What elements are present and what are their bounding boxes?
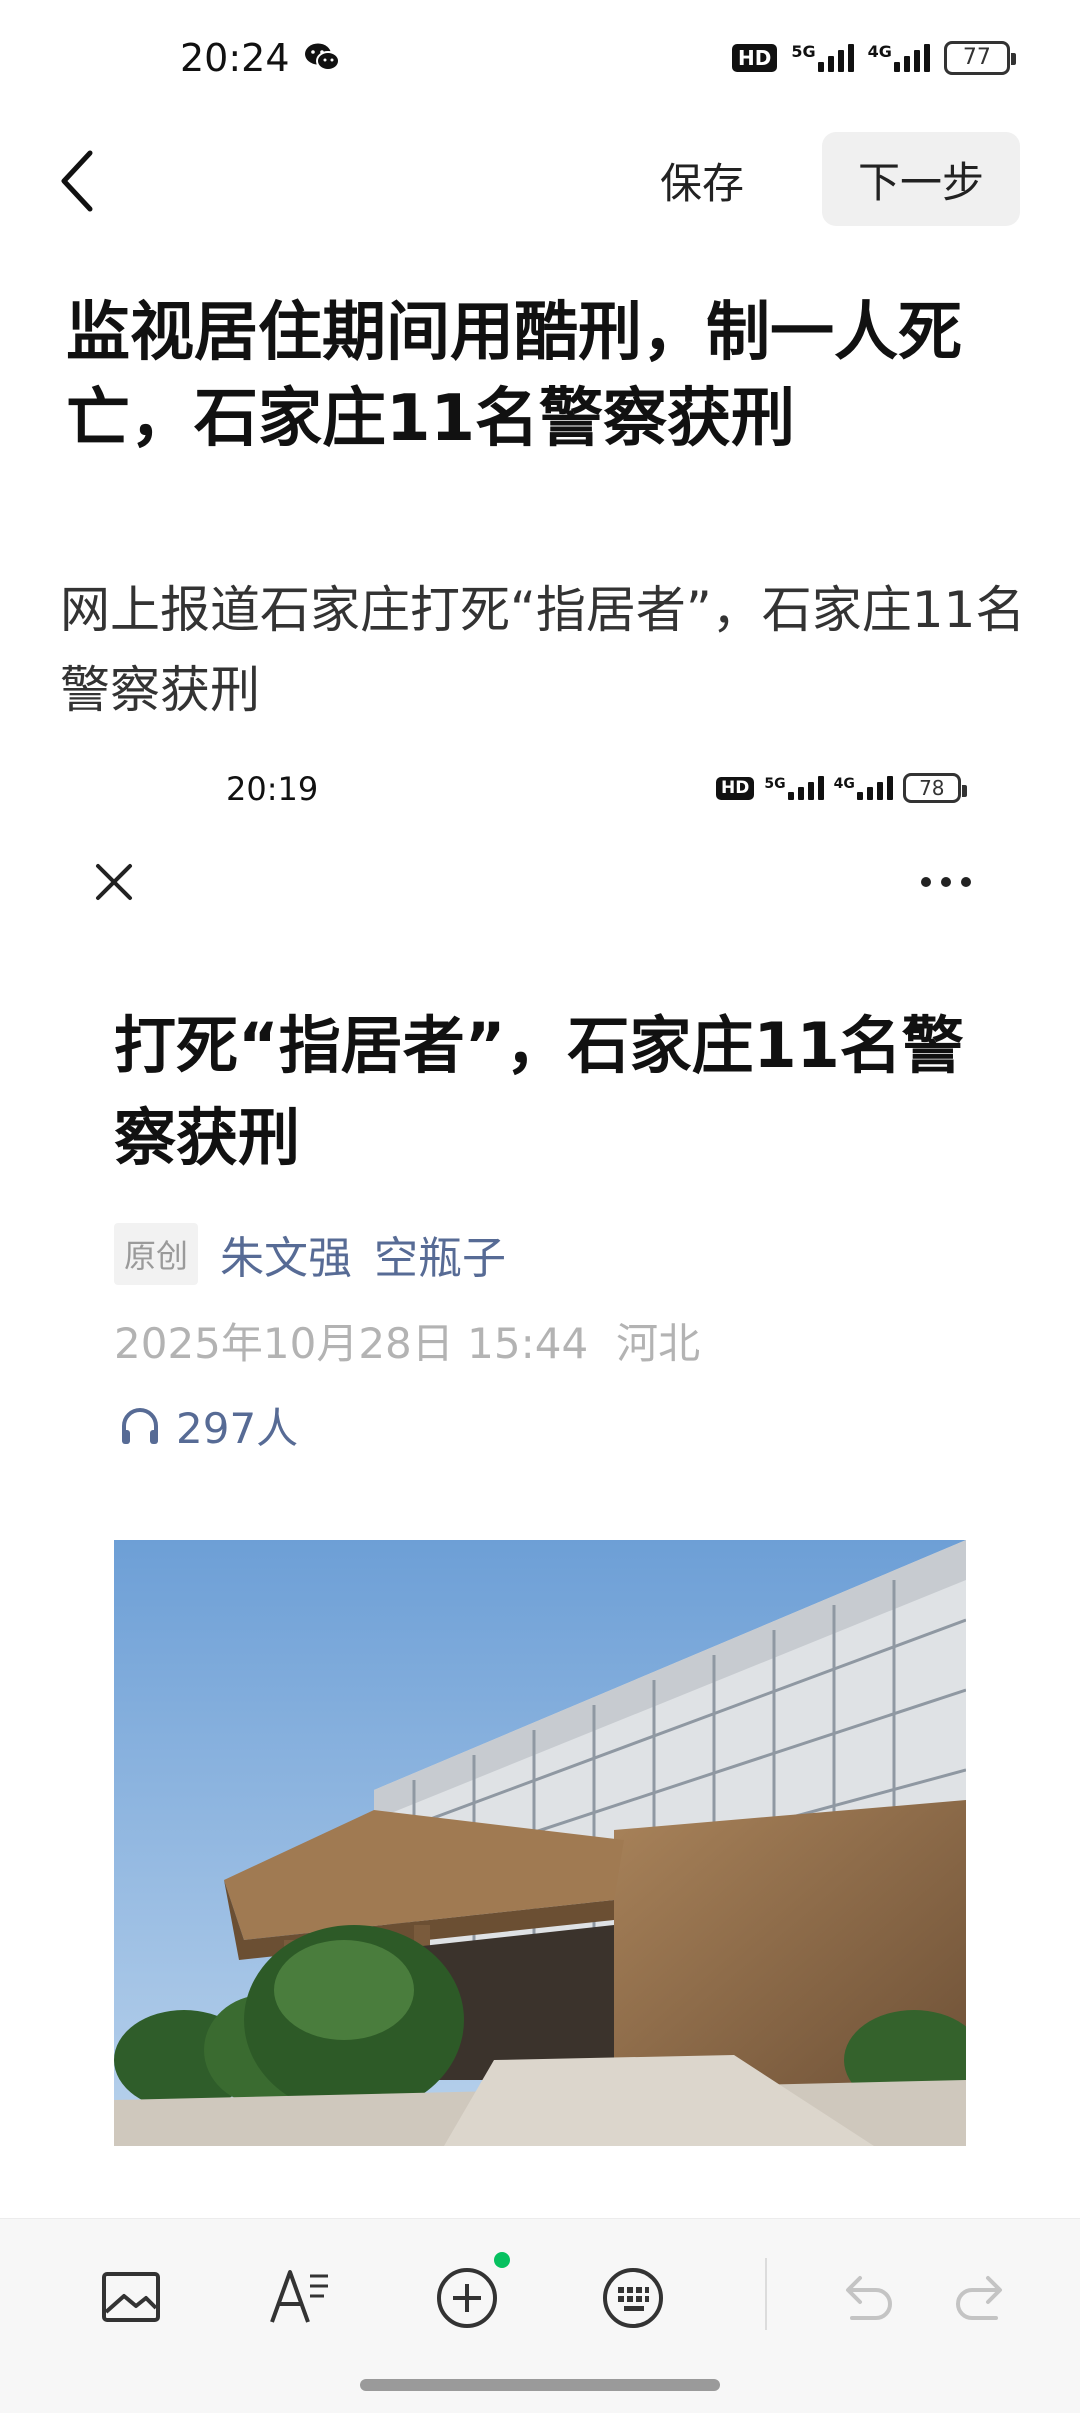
signal-4g-icon: 4G (868, 44, 930, 72)
status-indicators: HD 5G 4G 77 (732, 38, 1016, 78)
account-name: 空瓶子 (374, 1233, 507, 1284)
toolbar-divider (765, 2258, 767, 2330)
battery-indicator: 77 (943, 41, 1016, 75)
embedded-status-time: 20:19 (226, 770, 319, 808)
close-icon (96, 864, 132, 900)
save-button[interactable]: 保存 (660, 150, 744, 211)
wechat-icon (305, 43, 340, 71)
embedded-signal-4g-icon: 4G (834, 776, 893, 800)
article-date-row: 2025年10月28日 15:44 河北 (114, 1310, 700, 1371)
more-options-icon (921, 877, 971, 887)
post-body[interactable]: 网上报道石家庄打死“指居者”，石家庄11名警察获刑 (60, 570, 1030, 730)
text-format-icon[interactable] (264, 2262, 334, 2332)
publish-location: 河北 (616, 1319, 701, 1368)
embedded-hd-badge: HD (716, 776, 755, 800)
status-time: 20:24 (180, 36, 290, 80)
image-icon[interactable] (96, 2262, 166, 2332)
article-title: 打死“指居者”，石家庄11名警察获刑 (114, 1009, 964, 1174)
undo-icon[interactable] (830, 2262, 900, 2332)
original-badge: 原创 (114, 1223, 199, 1285)
publish-date: 2025年10月28日 15:44 (114, 1319, 589, 1368)
hd-badge: HD (732, 44, 778, 72)
home-indicator[interactable] (360, 2379, 720, 2391)
back-button[interactable] (50, 145, 110, 217)
headphone-icon (122, 1407, 158, 1444)
listener-count: 297人 (176, 1404, 299, 1453)
notification-dot (494, 2252, 510, 2268)
embedded-signal-5g-icon: 5G (764, 776, 824, 800)
embedded-status-indicators: HD 5G 4G 78 (716, 770, 967, 806)
redo-icon[interactable] (948, 2262, 1018, 2332)
next-step-button[interactable]: 下一步 (822, 132, 1020, 226)
add-icon[interactable] (432, 2262, 502, 2332)
author-name: 朱文强 (220, 1233, 353, 1284)
keyboard-icon[interactable] (598, 2262, 668, 2332)
signal-5g-icon: 5G (791, 44, 854, 72)
embedded-battery-indicator: 78 (902, 773, 967, 803)
post-title[interactable]: 监视居住期间用酷刑，制一人死亡，石家庄11名警察获刑 (66, 290, 1026, 462)
article-meta: 原创 朱文强 空瓶子 (114, 1222, 506, 1286)
listen-count: 297人 (118, 1395, 298, 1456)
building-photo (114, 1540, 966, 2146)
